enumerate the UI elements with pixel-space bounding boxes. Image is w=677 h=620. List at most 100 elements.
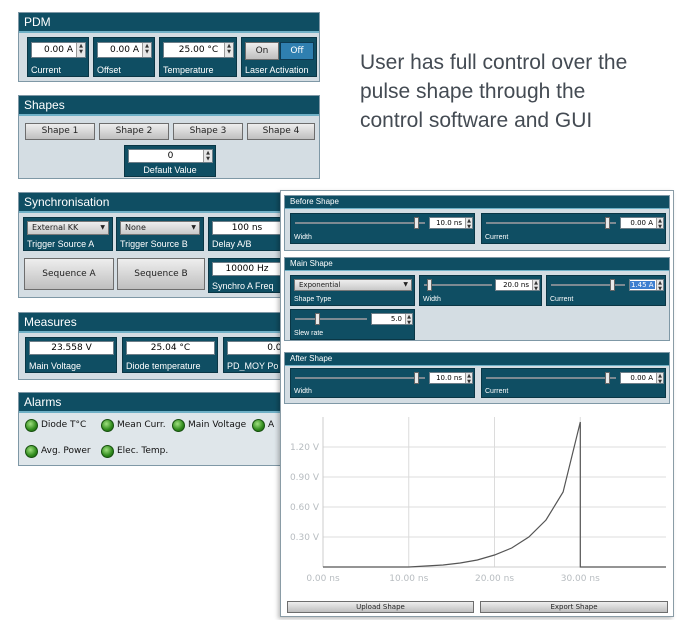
measures-title: Measures <box>19 313 307 333</box>
avg-power-alarm-label: Avg. Power <box>41 446 91 456</box>
diode-temp-alarm-icon <box>25 419 38 432</box>
before-shape-title: Before Shape <box>285 196 669 209</box>
main-voltage-alarm-icon <box>172 419 185 432</box>
before-current-slider[interactable] <box>486 217 616 229</box>
pdm-title: PDM <box>19 13 319 33</box>
slider-knob[interactable] <box>414 372 419 384</box>
sequence-a-button[interactable]: Sequence A <box>24 258 114 290</box>
current-label: Current <box>31 65 62 75</box>
pdm-panel: PDM 0.00 A ▲ ▼ Current 0.00 A ▲ ▼ Offset 2… <box>18 12 320 82</box>
after-current-label: Current <box>485 388 509 395</box>
shape-1-button[interactable]: Shape 1 <box>25 123 95 140</box>
pd-moy-label: PD_MOY Po <box>227 361 279 371</box>
before-width-label: Width <box>294 234 312 241</box>
main-width-slider[interactable] <box>424 279 492 291</box>
main-shape-panel: Main Shape Exponential ▼ Shape Type 20.0… <box>284 257 670 341</box>
offset-field[interactable]: 0.00 A ▲ ▼ <box>97 42 152 58</box>
main-current-group: 1.45 A ▲ ▼ Current <box>546 275 666 306</box>
default-value-spinner-icon[interactable]: ▲ ▼ <box>203 150 212 162</box>
before-width-field[interactable]: 10.0 ns ▲ ▼ <box>429 217 473 229</box>
y-tick-label: 0.90 V <box>290 473 320 483</box>
x-tick-label: 20.00 ns <box>475 574 514 584</box>
current-spinner-icon[interactable]: ▲ ▼ <box>76 43 85 57</box>
shape-editor-window: Before Shape 10.0 ns ▲ ▼ Width 0.00 A ▲ ▼ … <box>280 190 674 617</box>
shape-4-button[interactable]: Shape 4 <box>247 123 315 140</box>
temperature-spinner-icon[interactable]: ▲ ▼ <box>224 43 233 57</box>
slider-knob[interactable] <box>605 217 610 229</box>
delay-field[interactable]: 100 ns <box>212 221 282 235</box>
after-width-field[interactable]: 10.0 ns ▲ ▼ <box>429 372 473 384</box>
before-current-label: Current <box>485 234 509 241</box>
shape-type-select[interactable]: Exponential ▼ <box>294 279 412 291</box>
trigger-source-b-select[interactable]: None ▼ <box>120 221 200 235</box>
main-voltage-group: 23.558 V Main Voltage <box>25 337 117 373</box>
synchro-freq-value: 10000 Hz <box>225 264 269 274</box>
annotation-text: User has full control over the pulse sha… <box>360 48 627 135</box>
main-current-slider[interactable] <box>551 279 625 291</box>
current-group: 0.00 A ▲ ▼ Current <box>27 37 89 77</box>
offset-label: Offset <box>97 65 121 75</box>
current-field[interactable]: 0.00 A ▲ ▼ <box>31 42 86 58</box>
delay-label: Delay A/B <box>212 239 252 249</box>
main-width-value: 20.0 ns <box>503 281 529 289</box>
default-value-group: 0 ▲ ▼ Default Value <box>124 145 216 177</box>
export-shape-button[interactable]: Export Shape <box>480 601 668 613</box>
upload-shape-button[interactable]: Upload Shape <box>287 601 474 613</box>
laser-activation-group: On Off Laser Activation <box>241 37 317 77</box>
main-current-spinner-icon[interactable]: ▲ ▼ <box>656 280 663 290</box>
after-shape-panel: After Shape 10.0 ns ▲ ▼ Width 0.00 A ▲ ▼ C… <box>284 352 670 404</box>
laser-on-button[interactable]: On <box>245 42 279 60</box>
slew-rate-spinner-icon[interactable]: ▲ ▼ <box>405 314 412 324</box>
default-value-label: Default Value <box>143 165 197 175</box>
alarms-title: Alarms <box>19 393 283 413</box>
laser-off-button[interactable]: Off <box>280 42 314 60</box>
main-current-field[interactable]: 1.45 A ▲ ▼ <box>629 279 664 291</box>
diode-temperature-value: 25.04 °C <box>150 343 191 353</box>
annotation-line-3: control software and GUI <box>360 109 593 132</box>
before-current-field[interactable]: 0.00 A ▲ ▼ <box>620 217 664 229</box>
synchro-freq-field[interactable]: 10000 Hz <box>212 262 282 276</box>
offset-group: 0.00 A ▲ ▼ Offset <box>93 37 155 77</box>
after-current-spinner-icon[interactable]: ▲ ▼ <box>656 373 663 383</box>
slider-knob[interactable] <box>427 279 432 291</box>
shapes-panel: Shapes Shape 1 Shape 2 Shape 3 Shape 4 0… <box>18 95 320 179</box>
after-width-spinner-icon[interactable]: ▲ ▼ <box>465 373 472 383</box>
shape-type-label: Shape Type <box>294 296 332 303</box>
trigger-source-a-group: External KK ▼ Trigger Source A <box>23 217 113 251</box>
after-current-slider[interactable] <box>486 372 616 384</box>
main-width-field[interactable]: 20.0 ns ▲ ▼ <box>495 279 540 291</box>
after-current-group: 0.00 A ▲ ▼ Current <box>481 368 666 398</box>
pulse-shape-chart: 0.30 V 0.60 V 0.90 V 1.20 V 0.00 ns 10.00 ns 2… <box>290 417 666 584</box>
slider-knob[interactable] <box>605 372 610 384</box>
slider-knob[interactable] <box>315 313 320 325</box>
diode-temp-alarm-label: Diode T°C <box>41 420 87 430</box>
main-width-spinner-icon[interactable]: ▲ ▼ <box>532 280 539 290</box>
temperature-group: 25.00 °C ▲ ▼ Temperature <box>159 37 237 77</box>
before-width-spinner-icon[interactable]: ▲ ▼ <box>465 218 472 228</box>
temperature-field[interactable]: 25.00 °C ▲ ▼ <box>163 42 234 58</box>
sequence-b-button[interactable]: Sequence B <box>117 258 205 290</box>
shape-2-button[interactable]: Shape 2 <box>99 123 169 140</box>
slider-knob[interactable] <box>414 217 419 229</box>
main-voltage-alarm-label: Main Voltage <box>188 420 247 430</box>
slew-rate-slider[interactable] <box>295 313 367 325</box>
x-tick-label: 10.00 ns <box>389 574 428 584</box>
default-value-field[interactable]: 0 ▲ ▼ <box>128 149 213 163</box>
after-current-field[interactable]: 0.00 A ▲ ▼ <box>620 372 664 384</box>
y-tick-label: 0.60 V <box>290 503 320 513</box>
offset-spinner-icon[interactable]: ▲ ▼ <box>142 43 151 57</box>
slider-knob[interactable] <box>610 279 615 291</box>
main-voltage-label: Main Voltage <box>29 361 82 371</box>
main-current-label: Current <box>550 296 574 303</box>
before-current-spinner-icon[interactable]: ▲ ▼ <box>656 218 663 228</box>
slew-rate-field[interactable]: 5.0 ▲ ▼ <box>371 313 413 325</box>
annotation-line-2: pulse shape through the <box>360 80 586 103</box>
slew-rate-label: Slew rate <box>294 330 324 337</box>
before-width-slider[interactable] <box>295 217 425 229</box>
shape-3-button[interactable]: Shape 3 <box>173 123 243 140</box>
after-width-slider[interactable] <box>295 372 425 384</box>
before-shape-panel: Before Shape 10.0 ns ▲ ▼ Width 0.00 A ▲ ▼ … <box>284 195 670 251</box>
main-voltage-field: 23.558 V <box>29 341 114 355</box>
trigger-source-a-select[interactable]: External KK ▼ <box>27 221 109 235</box>
trigger-source-a-value: External KK <box>32 223 79 232</box>
